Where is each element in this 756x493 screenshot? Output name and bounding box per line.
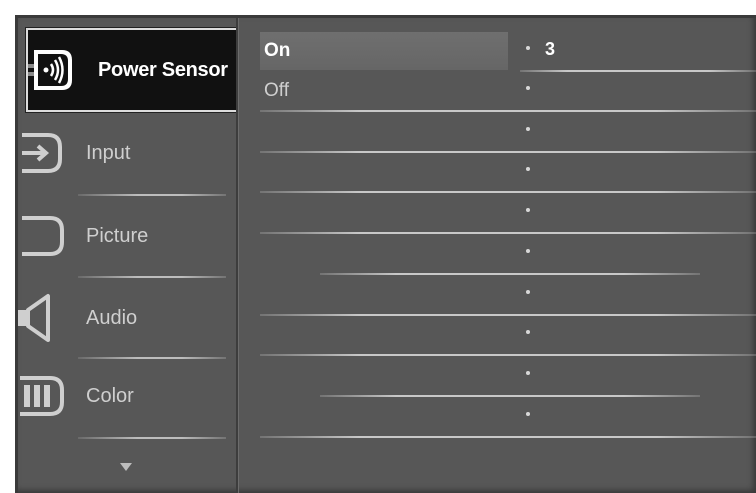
dot-marker xyxy=(526,412,530,416)
row-divider xyxy=(260,354,756,356)
row-divider xyxy=(320,395,700,397)
sidebar-item-power-sensor[interactable]: Power Sensor xyxy=(26,28,238,112)
row-divider xyxy=(260,110,756,112)
sidebar-item-label: Picture xyxy=(86,224,149,247)
sidebar-item-input[interactable]: Input xyxy=(18,113,236,193)
input-icon xyxy=(18,123,78,183)
option-value: 3 xyxy=(545,39,556,59)
osd-menu-panel: Power Sensor Input Picture Audio Color O… xyxy=(15,15,756,493)
option-row xyxy=(260,398,756,438)
dot-marker xyxy=(526,167,530,171)
option-row xyxy=(260,316,756,356)
row-divider xyxy=(260,436,756,438)
row-divider xyxy=(320,273,700,275)
color-icon xyxy=(18,366,78,426)
dot-marker xyxy=(526,290,530,294)
osd-sidebar: Power Sensor Input Picture Audio Color xyxy=(18,18,238,493)
option-row xyxy=(260,113,756,153)
option-row xyxy=(260,235,756,275)
sidebar-item-label: Color xyxy=(86,384,134,407)
option-off[interactable]: Off xyxy=(260,72,756,112)
vertical-divider xyxy=(236,18,239,493)
option-on[interactable]: On 3 xyxy=(260,32,756,72)
option-row xyxy=(260,276,756,316)
options-list: On 3 Off xyxy=(240,18,756,493)
sidebar-item-label: Power Sensor xyxy=(98,58,228,81)
row-divider xyxy=(260,191,756,193)
option-row xyxy=(260,194,756,234)
picture-icon xyxy=(18,206,78,266)
option-label: On xyxy=(264,40,291,61)
dot-marker xyxy=(526,208,530,212)
dot-marker xyxy=(526,249,530,253)
sidebar-item-label: Input xyxy=(86,141,131,164)
sidebar-item-audio[interactable]: Audio xyxy=(18,278,236,358)
option-row xyxy=(260,357,756,397)
row-divider xyxy=(260,232,756,234)
option-row xyxy=(260,153,756,193)
audio-icon xyxy=(18,288,78,348)
selection-highlight xyxy=(260,32,508,70)
dot-marker xyxy=(526,46,530,50)
sidebar-item-color[interactable]: Color xyxy=(18,356,236,436)
dot-marker xyxy=(526,330,530,334)
dot-marker xyxy=(526,127,530,131)
chevron-down-icon[interactable] xyxy=(120,463,132,471)
option-label: Off xyxy=(264,80,289,101)
dot-marker xyxy=(526,86,530,90)
power-sensor-icon xyxy=(28,40,88,100)
divider xyxy=(78,437,226,439)
sidebar-item-label: Audio xyxy=(86,306,138,329)
sidebar-item-picture[interactable]: Picture xyxy=(18,196,236,276)
dot-marker xyxy=(526,371,530,375)
